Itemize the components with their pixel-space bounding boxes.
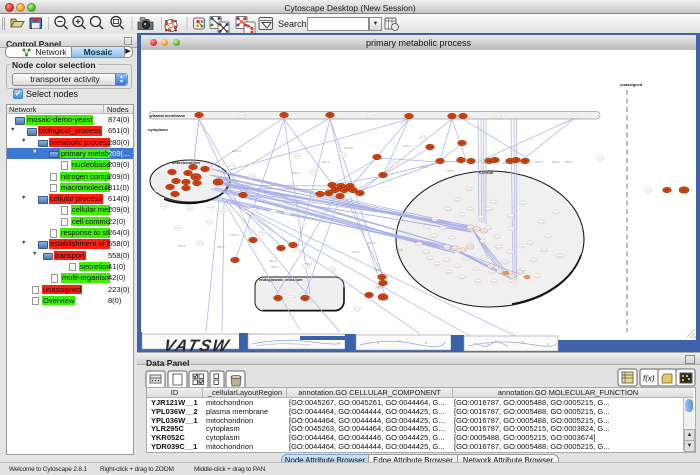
svg-text:xxx-x: xxx-x	[368, 241, 376, 245]
svg-text:xx xx: xx xx	[229, 165, 235, 168]
svg-text:xx xx: xx xx	[159, 175, 165, 178]
svg-text:xx xx: xx xx	[390, 162, 396, 165]
svg-text:xx xx: xx xx	[489, 266, 495, 268]
svg-text:xxx-x: xxx-x	[217, 245, 225, 249]
svg-text:xx xx: xx xx	[420, 136, 426, 139]
svg-text:xxxx-x: xxxx-x	[232, 149, 241, 153]
svg-text:xx xx: xx xx	[510, 276, 516, 278]
svg-text:xx xx: xx xx	[187, 207, 193, 210]
svg-text:f(x): f(x)	[643, 374, 655, 383]
svg-text:xx xx: xx xx	[461, 250, 467, 252]
svg-text:xx xx: xx xx	[329, 268, 335, 271]
svg-text:xx xx: xx xx	[475, 229, 481, 231]
svg-text:xx xx: xx xx	[249, 175, 255, 178]
svg-text:xx xx: xx xx	[597, 157, 603, 160]
svg-text:xx xx: xx xx	[288, 297, 294, 300]
svg-text:xx xx: xx xx	[279, 292, 285, 295]
svg-text:unassigned: unassigned	[620, 82, 643, 87]
svg-text:xxx-x: xxx-x	[420, 165, 428, 169]
svg-text:xxx-x: xxx-x	[352, 250, 360, 254]
svg-text:xxx-x: xxx-x	[376, 285, 384, 289]
svg-text:xx xx: xx xx	[468, 247, 474, 249]
svg-text:xx xx: xx xx	[155, 189, 161, 192]
svg-text:xxx-xx: xxx-xx	[344, 146, 353, 150]
svg-text:xxx-x: xxx-x	[552, 160, 560, 164]
svg-text:xx xx: xx xx	[208, 206, 214, 209]
svg-text:xx xx: xx xx	[495, 115, 501, 118]
svg-text:xxx-x: xxx-x	[482, 161, 490, 165]
svg-text:xxx-x: xxx-x	[565, 160, 573, 164]
svg-text:xxx-x: xxx-x	[502, 161, 510, 165]
svg-text:xx xx: xx xx	[468, 227, 474, 229]
svg-text:xxx-x: xxx-x	[374, 268, 382, 272]
svg-text:VATSW: VATSW	[162, 336, 232, 352]
svg-text:xxx-x: xxx-x	[292, 171, 300, 175]
svg-text:plasma membrane: plasma membrane	[150, 113, 186, 118]
svg-text:xxx-x: xxx-x	[269, 259, 277, 263]
svg-text:xx xx: xx xx	[340, 154, 346, 157]
svg-text:xx xx: xx xx	[368, 114, 374, 117]
svg-text:xx xx: xx xx	[219, 210, 225, 213]
svg-text:xx xx: xx xx	[161, 205, 167, 208]
svg-text:xx xx: xx xx	[197, 242, 203, 245]
svg-text:xxx-x: xxx-x	[271, 265, 279, 269]
svg-text:xx xx: xx xx	[518, 272, 524, 274]
svg-text:xx xx: xx xx	[572, 115, 578, 118]
svg-text:xxx-x: xxx-x	[322, 160, 330, 164]
svg-text:xx xx: xx xx	[206, 221, 212, 224]
svg-text:xxx-x: xxx-x	[251, 205, 259, 209]
svg-text:xx xx: xx xx	[175, 227, 181, 230]
svg-text:xx xx: xx xx	[294, 249, 300, 252]
svg-text:cytoplasm: cytoplasm	[148, 127, 168, 132]
svg-text:xxx-x: xxx-x	[178, 244, 186, 248]
svg-text:xxx-x: xxx-x	[395, 248, 403, 252]
svg-text:xx xx: xx xx	[453, 248, 459, 250]
svg-text:xx xx: xx xx	[294, 155, 300, 158]
svg-text:xxx-x: xxx-x	[305, 262, 313, 266]
svg-text:xxx-x: xxx-x	[447, 169, 455, 173]
svg-text:xx xx: xx xx	[645, 189, 651, 192]
svg-text:xx xx: xx xx	[482, 231, 488, 233]
svg-text:xx xx: xx xx	[239, 114, 245, 117]
svg-text:xx xx: xx xx	[299, 223, 305, 226]
svg-text:xx xx: xx xx	[354, 308, 360, 311]
svg-text:xx xx: xx xx	[310, 171, 316, 174]
svg-text:xx xx: xx xx	[270, 211, 276, 214]
svg-text:xx xx: xx xx	[285, 211, 291, 214]
svg-text:xxx-x: xxx-x	[231, 233, 239, 237]
svg-text:xx xx: xx xx	[260, 231, 266, 234]
svg-text:xxx-x: xxx-x	[535, 160, 543, 164]
svg-text:mitochondrion: mitochondrion	[172, 160, 201, 165]
svg-text:xxx-x: xxx-x	[403, 144, 411, 148]
svg-text:xx xx: xx xx	[250, 209, 256, 212]
